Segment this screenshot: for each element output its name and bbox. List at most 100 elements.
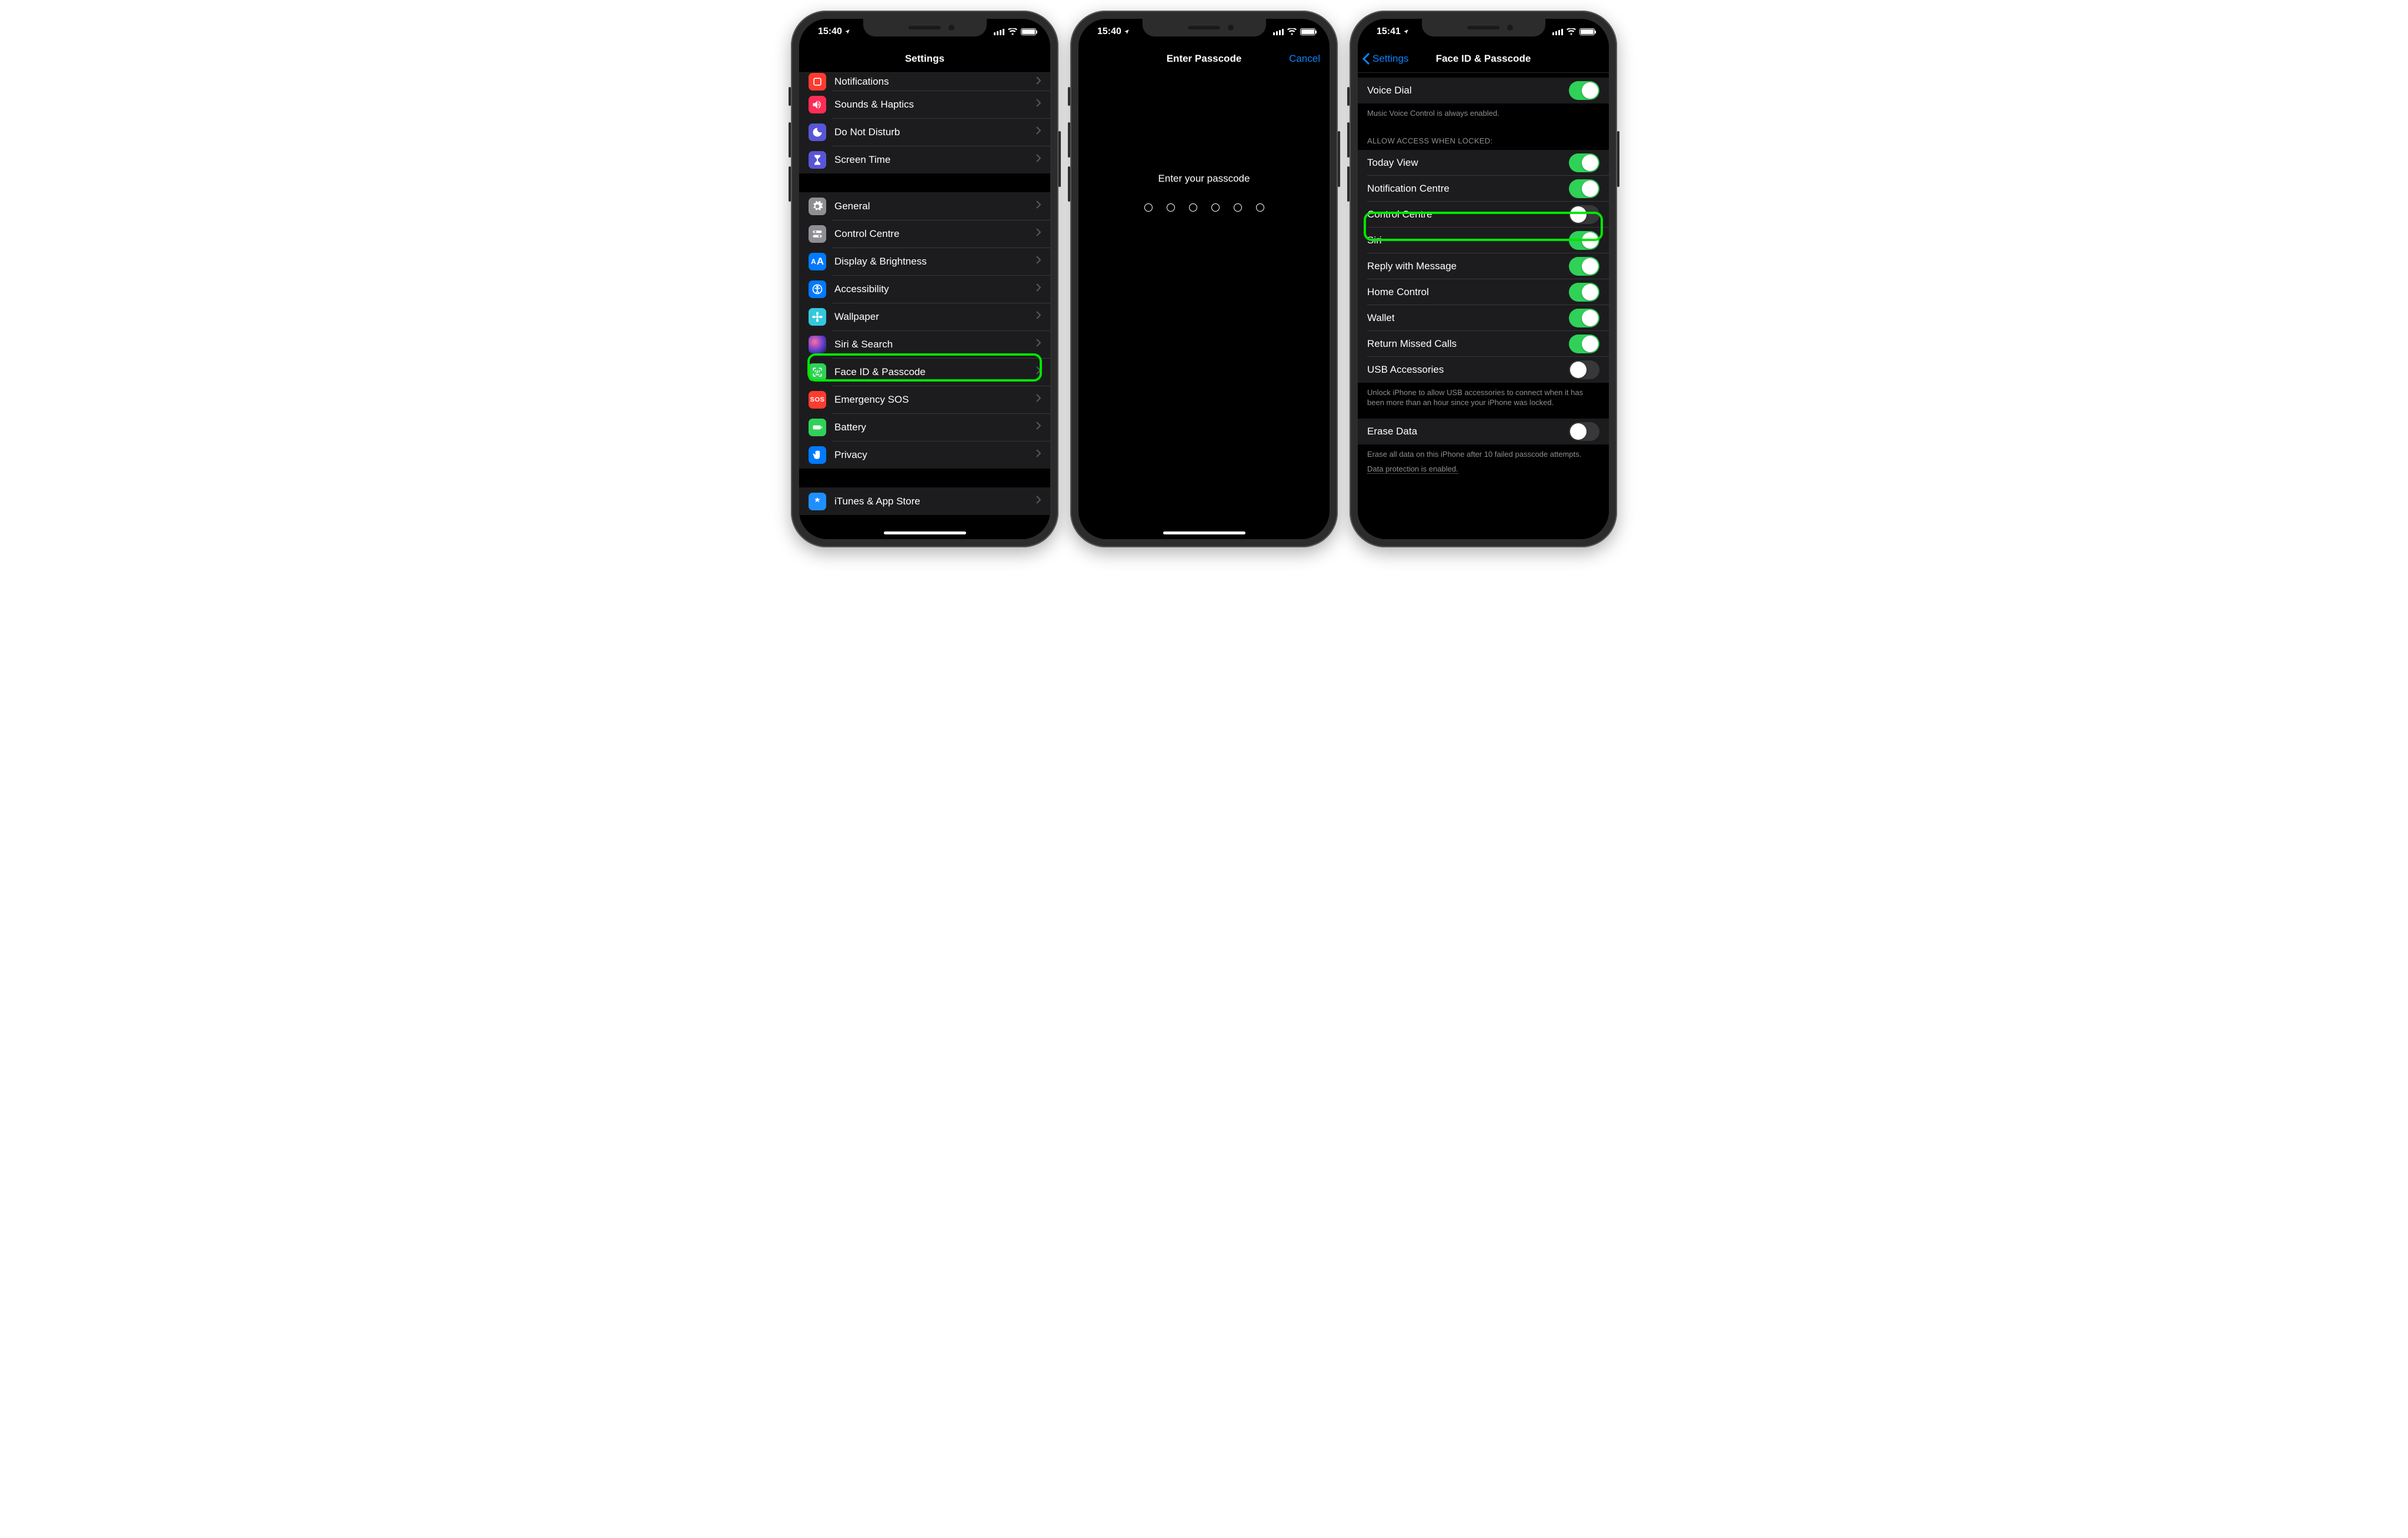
toggle-control-centre[interactable] bbox=[1569, 205, 1599, 224]
switches-icon bbox=[809, 225, 826, 243]
settings-row-privacy[interactable]: Privacy bbox=[799, 441, 1050, 469]
passcode-dot bbox=[1167, 203, 1175, 212]
chevron-right-icon bbox=[1036, 126, 1041, 138]
usb-footer: Unlock iPhone to allow USB accessories t… bbox=[1358, 383, 1609, 415]
hourglass-icon bbox=[809, 151, 826, 169]
location-icon bbox=[1124, 29, 1130, 35]
battery-icon bbox=[1300, 28, 1315, 35]
wifi-icon bbox=[1287, 28, 1297, 35]
row-label: Notifications bbox=[834, 76, 1036, 88]
settings-row-dnd[interactable]: Do Not Disturb bbox=[799, 118, 1050, 146]
row-return-missed-calls: Return Missed Calls bbox=[1358, 331, 1609, 357]
chevron-right-icon bbox=[1036, 200, 1041, 212]
erase-footer: Erase all data on this iPhone after 10 f… bbox=[1358, 444, 1609, 462]
signal-icon bbox=[1552, 29, 1563, 35]
status-time: 15:40 bbox=[818, 26, 842, 37]
battery-icon bbox=[1021, 28, 1036, 35]
settings-row-sos[interactable]: SOS Emergency SOS bbox=[799, 386, 1050, 413]
section-header-allow-access: Allow Access When Locked: bbox=[1358, 126, 1609, 150]
toggle-erase-data[interactable] bbox=[1569, 422, 1599, 441]
row-label: Return Missed Calls bbox=[1367, 338, 1569, 350]
toggle-voice-dial[interactable] bbox=[1569, 81, 1599, 100]
settings-row-wallpaper[interactable]: Wallpaper bbox=[799, 303, 1050, 330]
row-label: Notification Centre bbox=[1367, 183, 1569, 195]
chevron-right-icon bbox=[1036, 422, 1041, 433]
settings-row-display[interactable]: AA Display & Brightness bbox=[799, 248, 1050, 275]
row-label: Erase Data bbox=[1367, 426, 1569, 437]
row-usb-accessories: USB Accessories bbox=[1358, 357, 1609, 383]
data-protection-footer: Data protection is enabled. bbox=[1358, 462, 1609, 482]
row-label: Face ID & Passcode bbox=[834, 366, 1036, 378]
toggle-return-missed-calls[interactable] bbox=[1569, 335, 1599, 353]
battery-icon bbox=[1579, 28, 1595, 35]
row-label: Battery bbox=[834, 422, 1036, 433]
notifications-icon bbox=[809, 73, 826, 91]
home-indicator[interactable] bbox=[884, 531, 966, 534]
chevron-right-icon bbox=[1036, 228, 1041, 239]
location-icon bbox=[1403, 29, 1409, 35]
wifi-icon bbox=[1567, 28, 1576, 35]
row-label: Control Centre bbox=[1367, 209, 1569, 220]
chevron-right-icon bbox=[1036, 99, 1041, 110]
sos-icon: SOS bbox=[809, 391, 826, 409]
nav-bar: Settings bbox=[799, 45, 1050, 73]
row-home-control: Home Control bbox=[1358, 279, 1609, 305]
phone-faceid-passcode: 15:41 Settings Face ID & Passcode Voice … bbox=[1350, 11, 1617, 547]
toggle-reply-message[interactable] bbox=[1569, 257, 1599, 276]
row-label: Privacy bbox=[834, 449, 1036, 461]
settings-row-general[interactable]: General bbox=[799, 192, 1050, 220]
toggle-notification-centre[interactable] bbox=[1569, 179, 1599, 198]
row-label: Siri bbox=[1367, 235, 1569, 246]
page-title: Settings bbox=[905, 53, 944, 65]
chevron-right-icon bbox=[1036, 311, 1041, 322]
toggle-today-view[interactable] bbox=[1569, 153, 1599, 172]
gear-icon bbox=[809, 198, 826, 215]
passcode-dot bbox=[1144, 203, 1153, 212]
nav-bar: Enter Passcode Cancel bbox=[1078, 45, 1330, 73]
location-icon bbox=[844, 29, 850, 35]
toggle-wallet[interactable] bbox=[1569, 309, 1599, 327]
passcode-dot bbox=[1234, 203, 1242, 212]
chevron-right-icon bbox=[1036, 283, 1041, 295]
toggle-siri[interactable] bbox=[1569, 231, 1599, 250]
passcode-dot bbox=[1211, 203, 1220, 212]
battery-icon bbox=[809, 419, 826, 436]
settings-row-accessibility[interactable]: Accessibility bbox=[799, 275, 1050, 303]
hand-icon bbox=[809, 446, 826, 464]
settings-row-itunes[interactable]: iTunes & App Store bbox=[799, 487, 1050, 515]
settings-row-sounds[interactable]: Sounds & Haptics bbox=[799, 91, 1050, 118]
row-label: Siri & Search bbox=[834, 339, 1036, 350]
back-button[interactable]: Settings bbox=[1362, 52, 1408, 65]
moon-icon bbox=[809, 123, 826, 141]
chevron-right-icon bbox=[1036, 154, 1041, 165]
chevron-right-icon bbox=[1036, 76, 1041, 88]
settings-row-notifications[interactable]: Notifications bbox=[799, 73, 1050, 91]
row-label: Today View bbox=[1367, 157, 1569, 169]
faceid-icon bbox=[809, 363, 826, 381]
settings-row-controlcentre[interactable]: Control Centre bbox=[799, 220, 1050, 248]
row-label: Voice Dial bbox=[1367, 85, 1569, 96]
chevron-right-icon bbox=[1036, 496, 1041, 507]
home-indicator[interactable] bbox=[1163, 531, 1245, 534]
settings-row-screentime[interactable]: Screen Time bbox=[799, 146, 1050, 173]
chevron-right-icon bbox=[1036, 339, 1041, 350]
row-siri: Siri bbox=[1358, 228, 1609, 253]
row-label: Home Control bbox=[1367, 286, 1569, 298]
row-label: Emergency SOS bbox=[834, 394, 1036, 406]
back-label: Settings bbox=[1372, 53, 1408, 65]
settings-row-faceid[interactable]: Face ID & Passcode bbox=[799, 358, 1050, 386]
toggle-home-control[interactable] bbox=[1569, 283, 1599, 302]
accessibility-icon bbox=[809, 280, 826, 298]
chevron-right-icon bbox=[1036, 394, 1041, 405]
cancel-button[interactable]: Cancel bbox=[1289, 53, 1320, 65]
signal-icon bbox=[1273, 29, 1284, 35]
row-label: Display & Brightness bbox=[834, 256, 1036, 268]
status-time: 15:40 bbox=[1097, 26, 1121, 37]
chevron-left-icon bbox=[1362, 52, 1370, 65]
settings-row-siri[interactable]: Siri & Search bbox=[799, 330, 1050, 358]
toggle-usb-accessories[interactable] bbox=[1569, 360, 1599, 379]
settings-row-battery[interactable]: Battery bbox=[799, 413, 1050, 441]
chevron-right-icon bbox=[1036, 449, 1041, 460]
appstore-icon bbox=[809, 493, 826, 510]
phone-passcode: 15:40 Enter Passcode Cancel Enter your p… bbox=[1070, 11, 1338, 547]
